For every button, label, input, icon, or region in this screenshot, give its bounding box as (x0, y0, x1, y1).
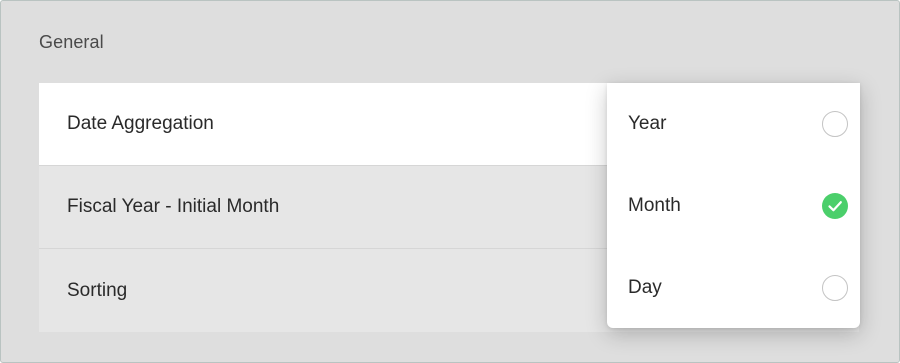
setting-label-date-aggregation: Date Aggregation (67, 113, 214, 134)
option-label-day: Day (628, 277, 662, 298)
option-month[interactable]: Month (607, 165, 860, 247)
option-day[interactable]: Day (607, 247, 860, 329)
option-year[interactable]: Year (607, 83, 860, 165)
checkmark-icon (828, 201, 842, 212)
section-title-general: General (39, 32, 104, 52)
option-label-month: Month (628, 195, 681, 216)
radio-unchecked-icon[interactable] (822, 111, 848, 137)
date-aggregation-dropdown: Year Month Day (607, 83, 860, 328)
radio-checked-icon[interactable] (822, 193, 848, 219)
setting-label-sorting: Sorting (67, 279, 128, 301)
setting-label-fiscal-year-initial-month: Fiscal Year - Initial Month (67, 196, 280, 217)
option-label-year: Year (628, 113, 667, 134)
radio-unchecked-icon[interactable] (822, 275, 848, 301)
settings-screen: General Date Aggregation Fiscal Year - I… (0, 0, 900, 363)
